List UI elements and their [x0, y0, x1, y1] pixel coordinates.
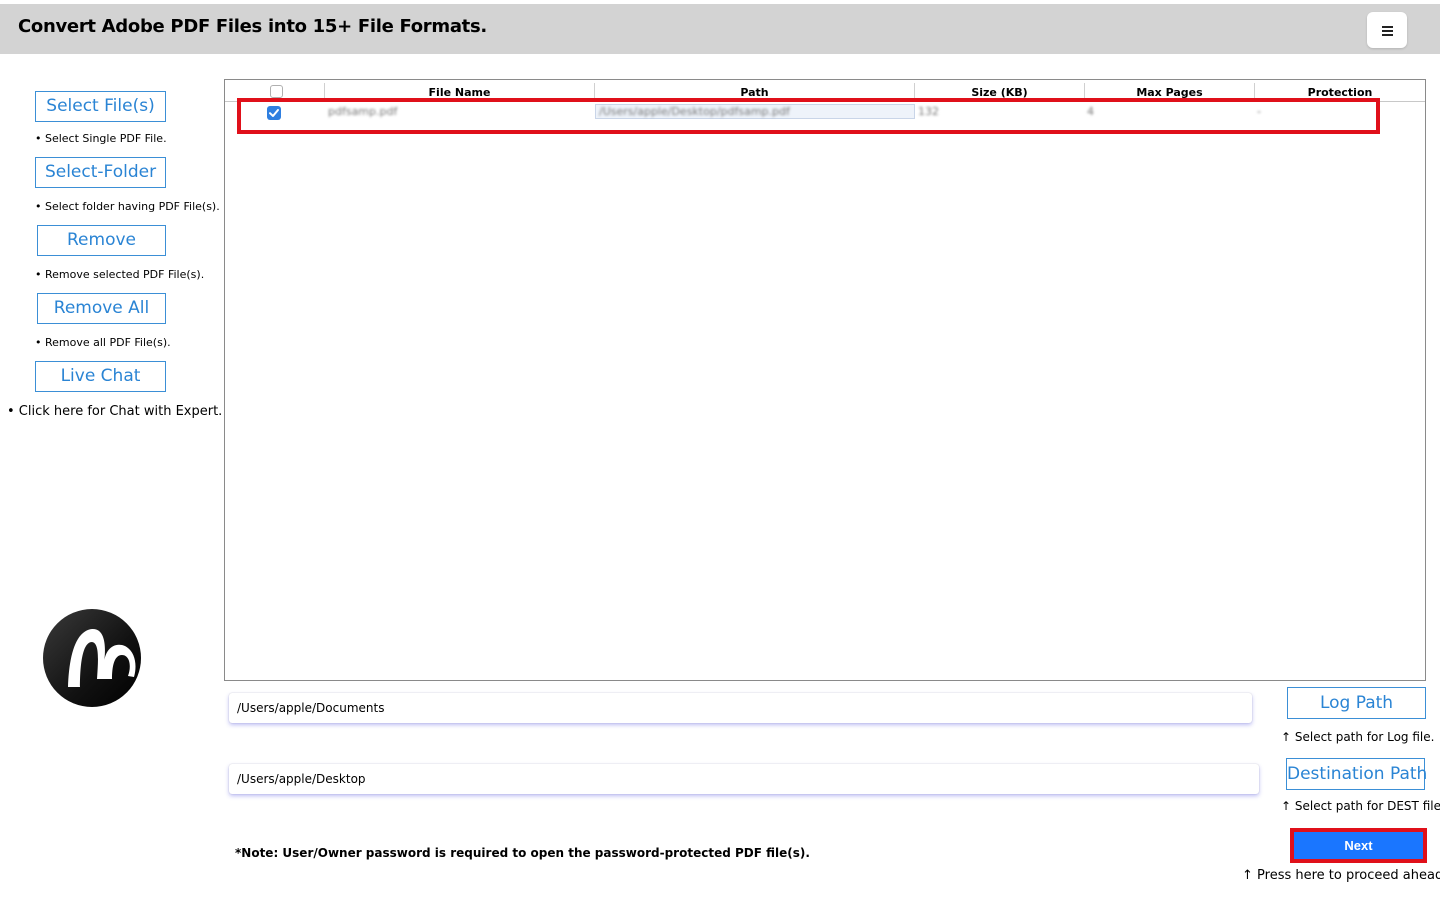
- select-folder-hint: • Select folder having PDF File(s).: [35, 200, 220, 213]
- remove-hint: • Remove selected PDF File(s).: [35, 268, 205, 281]
- destination-path-hint: ↑ Select path for DEST file.: [1281, 799, 1440, 813]
- file-table: File Name Path Size (KB) Max Pages Prote…: [224, 79, 1426, 681]
- app-title: Convert Adobe PDF Files into 15+ File Fo…: [18, 16, 487, 37]
- destination-path-field[interactable]: /Users/apple/Desktop: [229, 764, 1259, 794]
- remove-all-hint: • Remove all PDF File(s).: [35, 336, 171, 349]
- live-chat-button[interactable]: Live Chat: [35, 361, 166, 392]
- menu-button[interactable]: [1367, 12, 1407, 48]
- next-hint: ↑ Press here to proceed ahead.: [1242, 868, 1440, 883]
- log-path-hint: ↑ Select path for Log file.: [1281, 730, 1435, 744]
- select-files-button[interactable]: Select File(s): [35, 91, 166, 122]
- row-highlight-box: [237, 98, 1380, 134]
- log-path-field[interactable]: /Users/apple/Documents: [229, 693, 1252, 723]
- select-all-checkbox[interactable]: [270, 85, 283, 98]
- select-files-hint: • Select Single PDF File.: [35, 132, 167, 145]
- next-button[interactable]: Next: [1290, 828, 1427, 863]
- destination-path-button[interactable]: Destination Path: [1286, 758, 1427, 790]
- brand-logo: [42, 607, 142, 709]
- select-folder-button[interactable]: Select-Folder: [35, 157, 166, 188]
- log-path-button[interactable]: Log Path: [1287, 687, 1426, 719]
- remove-button[interactable]: Remove: [37, 225, 166, 256]
- password-note: *Note: User/Owner password is required t…: [235, 846, 810, 860]
- live-chat-hint: • Click here for Chat with Expert.: [7, 404, 223, 419]
- remove-all-button[interactable]: Remove All: [37, 293, 166, 324]
